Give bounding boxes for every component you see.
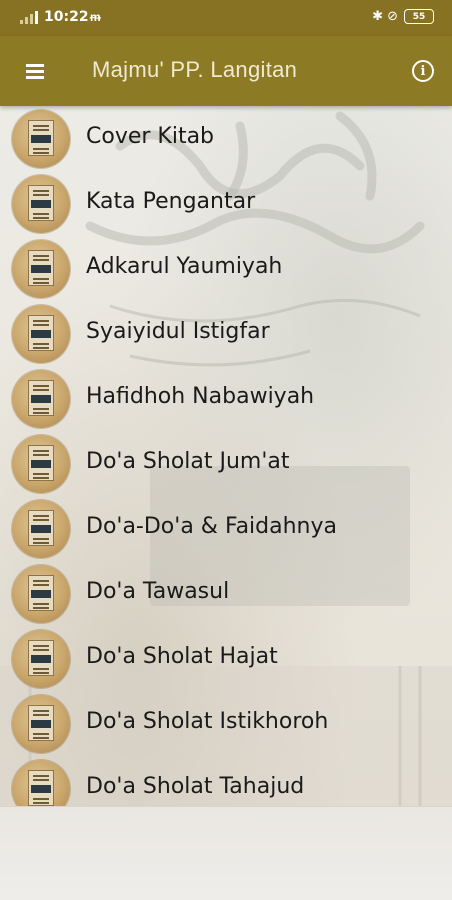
book-cover-icon [12, 370, 70, 428]
book-cover-icon [12, 695, 70, 753]
book-cover-icon [12, 110, 70, 168]
list-item-label: Do'a Sholat Istikhoroh [86, 709, 329, 734]
book-cover-icon [12, 435, 70, 493]
list-item[interactable]: Hafidhoh Nabawiyah [0, 366, 452, 431]
list-item[interactable]: Do'a Sholat Jum'at [0, 431, 452, 496]
list-item[interactable]: Do'a-Do'a & Faidahnya [0, 496, 452, 561]
info-icon[interactable]: i [412, 60, 434, 82]
list-item[interactable]: Do'a Sholat Istikhoroh [0, 691, 452, 756]
status-time: 10:22 [44, 9, 89, 25]
book-cover-icon [12, 305, 70, 363]
list-item-label: Do'a Sholat Tahajud [86, 774, 305, 799]
signal-icon [20, 10, 40, 24]
book-cover-icon [12, 565, 70, 623]
bluetooth-icon: ✱ ⊘ [372, 9, 398, 24]
battery-icon: 55 [404, 9, 434, 24]
book-cover-icon [12, 500, 70, 558]
list-item-label: Do'a Sholat Hajat [86, 644, 278, 669]
list-item[interactable]: Syaiyidul Istigfar [0, 301, 452, 366]
book-cover-icon [12, 760, 70, 806]
menu-icon[interactable] [20, 59, 52, 85]
app-bar: Majmu' PP. Langitan i [0, 36, 452, 106]
list-item-label: Kata Pengantar [86, 189, 256, 214]
list-item[interactable]: Do'a Tawasul [0, 561, 452, 626]
battery-level: 55 [412, 11, 426, 22]
bottom-background [0, 806, 452, 900]
list-item-label: Adkarul Yaumiyah [86, 254, 283, 279]
list-item-label: Do'a-Do'a & Faidahnya [86, 514, 338, 539]
notification-icon: ᵯ [90, 10, 101, 24]
list-item[interactable]: Adkarul Yaumiyah [0, 236, 452, 301]
list-item[interactable]: Kata Pengantar [0, 171, 452, 236]
content-area: Cover Kitab Kata Pengantar Adkarul Yaumiya… [0, 106, 452, 806]
list-item[interactable]: Do'a Sholat Tahajud [0, 756, 452, 806]
list-item-label: Hafidhoh Nabawiyah [86, 384, 315, 409]
list-item[interactable]: Cover Kitab [0, 106, 452, 171]
status-bar: 10:22 ᵯ ✱ ⊘ 55 [0, 0, 452, 36]
list-item-label: Do'a Sholat Jum'at [86, 449, 290, 474]
book-cover-icon [12, 240, 70, 298]
status-icons: ✱ ⊘ 55 [372, 9, 434, 24]
list-item-label: Syaiyidul Istigfar [86, 319, 270, 344]
list-item[interactable]: Do'a Sholat Hajat [0, 626, 452, 691]
book-cover-icon [12, 175, 70, 233]
book-cover-icon [12, 630, 70, 688]
chapter-list: Cover Kitab Kata Pengantar Adkarul Yaumiya… [0, 106, 452, 806]
list-item-label: Do'a Tawasul [86, 579, 230, 604]
page-title: Majmu' PP. Langitan [92, 57, 298, 82]
list-item-label: Cover Kitab [86, 124, 215, 149]
